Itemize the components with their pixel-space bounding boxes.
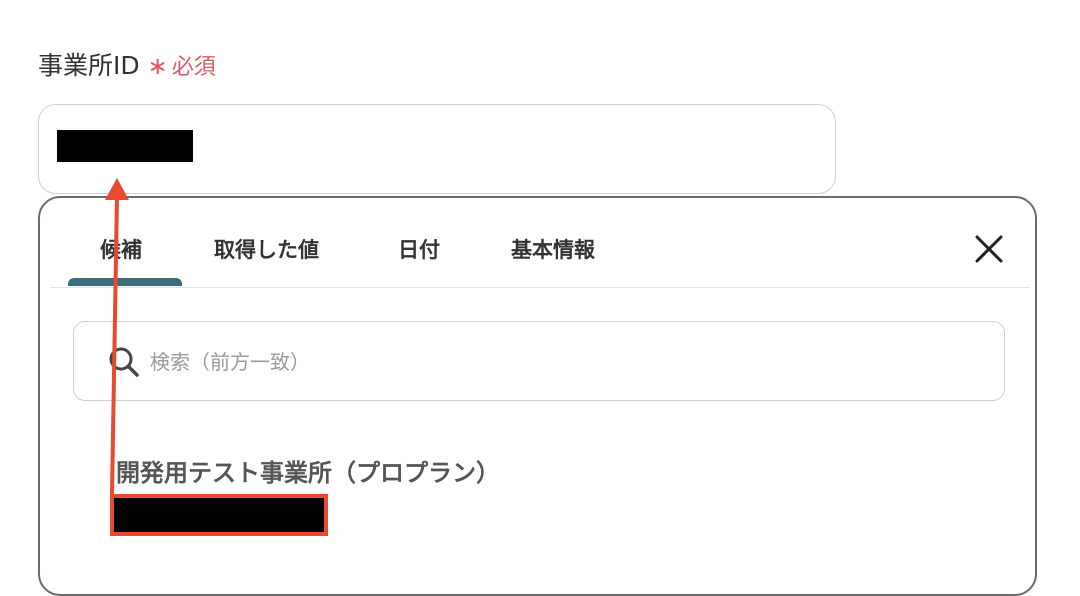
field-label: 事業所ID ∗ 必須	[38, 46, 216, 82]
option-title: 開発用テスト事業所（プロプラン）	[116, 459, 500, 487]
tab-basic-info[interactable]: 基本情報	[511, 234, 595, 264]
office-id-input[interactable]	[38, 104, 836, 194]
tab-date[interactable]: 日付	[398, 234, 440, 264]
close-icon	[975, 235, 1003, 263]
required-asterisk: ∗	[147, 52, 168, 80]
search-box	[73, 321, 1005, 401]
close-button[interactable]	[971, 231, 1007, 267]
required-badge: 必須	[171, 55, 216, 80]
tab-retrieved-values[interactable]: 取得した値	[214, 234, 319, 264]
field-label-text: 事業所ID	[38, 51, 140, 80]
active-tab-indicator	[68, 278, 182, 286]
tab-candidates[interactable]: 候補	[100, 234, 142, 264]
search-icon	[109, 347, 139, 377]
value-picker-panel: 候補 取得した値 日付 基本情報 開発用テスト事業所（プロプラン）	[38, 196, 1037, 596]
redacted-field-value	[57, 130, 193, 162]
search-input[interactable]	[148, 340, 972, 384]
picker-tabs: 候補 取得した値 日付 基本情報	[50, 198, 1030, 288]
option-item[interactable]: 開発用テスト事業所（プロプラン）	[106, 453, 986, 541]
redacted-option-id	[110, 494, 328, 536]
